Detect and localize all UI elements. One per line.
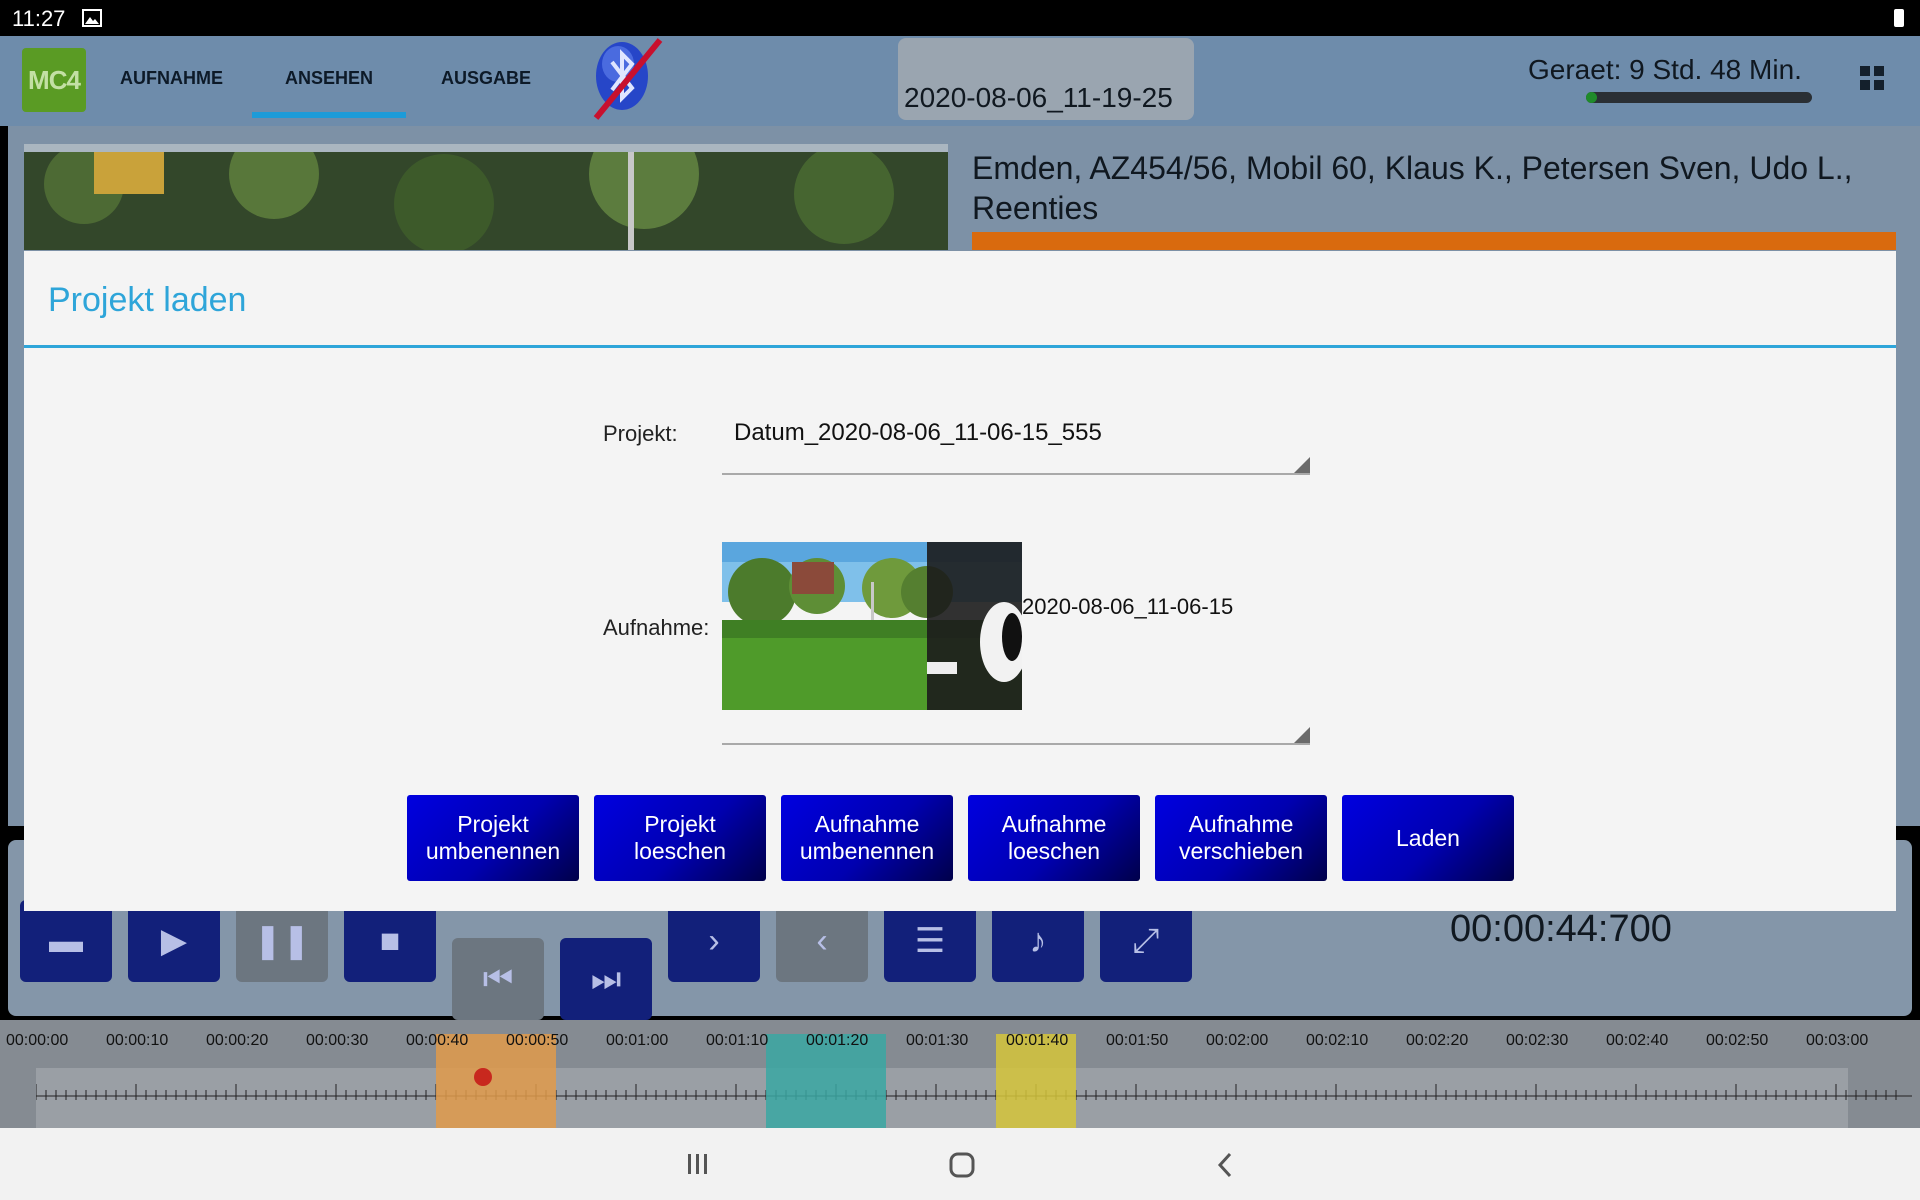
status-bar: 11:27 <box>0 0 1920 36</box>
recording-thumbnail <box>722 542 1022 710</box>
timeline-time-label: 00:00:30 <box>306 1032 369 1049</box>
skip-forward-icon: ⏭ <box>590 960 622 998</box>
timeline-time-label: 00:01:30 <box>906 1032 969 1049</box>
tab-ansehen[interactable]: ANSEHEN <box>285 68 373 89</box>
image-icon <box>82 9 102 27</box>
pause-button[interactable]: ❚❚ <box>236 900 328 982</box>
app-bar: MC4 AUFNAHME ANSEHEN AUSGABE 2020-08-06_… <box>0 36 1920 126</box>
list-button[interactable]: ☰ <box>884 900 976 982</box>
load-project-dialog: Projekt laden Projekt: Datum_2020-08-06_… <box>24 251 1896 911</box>
volume-icon: ♪ <box>1029 922 1047 960</box>
recent-apps-icon[interactable] <box>686 1154 710 1174</box>
app-root: 11:27 MC4 AUFNAHME ANSEHEN AUSGABE 2020-… <box>0 0 1920 1200</box>
play-button[interactable]: ▶ <box>128 900 220 982</box>
app-logo: MC4 <box>22 48 86 112</box>
timeline-time-label: 00:02:30 <box>1506 1032 1569 1049</box>
stop-button[interactable]: ■ <box>344 900 436 982</box>
navigation-bar <box>0 1128 1920 1200</box>
timeline[interactable]: 00:00:00 00:00:10 00:00:20 00:00:30 00:00:40… <box>0 1020 1920 1128</box>
rename-project-button[interactable]: Projekt umbenennen <box>407 795 579 881</box>
rename-recording-button[interactable]: Aufnahme umbenennen <box>781 795 953 881</box>
playhead-marker[interactable] <box>474 1068 492 1086</box>
delete-recording-button[interactable]: Aufnahme loeschen <box>968 795 1140 881</box>
project-label: Projekt: <box>603 421 678 446</box>
timeline-time-label: 00:01:40 <box>1006 1032 1069 1049</box>
tab-aufnahme[interactable]: AUFNAHME <box>120 68 223 89</box>
recording-selected-value: 2020-08-06_11-06-15 <box>1022 594 1234 619</box>
play-icon: ▶ <box>160 922 188 960</box>
chevron-right-icon: › <box>708 922 720 960</box>
status-time: 11:27 <box>12 6 66 31</box>
delete-project-button[interactable]: Projekt loeschen <box>594 795 766 881</box>
timeline-time-label: 00:02:10 <box>1306 1032 1369 1049</box>
timeline-time-label: 00:01:50 <box>1106 1032 1169 1049</box>
bluetooth-disabled-icon[interactable] <box>590 36 664 122</box>
skip-back-icon: ⏮ <box>482 960 514 998</box>
chevron-left-icon: ‹ <box>816 922 828 960</box>
timeline-time-label: 00:02:40 <box>1606 1032 1669 1049</box>
previous-button[interactable]: ‹ <box>776 900 868 982</box>
timeline-time-label: 00:00:40 <box>406 1032 469 1049</box>
dialog-title-divider <box>24 345 1896 348</box>
tab-ausgabe[interactable]: AUSGABE <box>441 68 531 89</box>
device-progress-fill <box>1586 92 1598 103</box>
recording-label: Aufnahme: <box>603 615 710 640</box>
spinner-caret-icon <box>1294 457 1310 473</box>
device-status-label: Geraet: 9 Std. 48 Min. <box>1528 54 1802 85</box>
timeline-time-label: 00:02:50 <box>1706 1032 1769 1049</box>
move-recording-button[interactable]: Aufnahme verschieben <box>1155 795 1327 881</box>
battery-icon <box>1894 9 1904 27</box>
video-preview[interactable] <box>24 144 948 250</box>
timeline-time-label: 00:01:20 <box>806 1032 869 1049</box>
project-spinner[interactable] <box>722 361 1310 475</box>
current-time-display: 00:00:44:700 <box>1450 908 1672 950</box>
back-icon[interactable] <box>1216 1152 1234 1178</box>
timeline-time-label: 00:01:10 <box>706 1032 769 1049</box>
timeline-time-label: 00:02:20 <box>1406 1032 1469 1049</box>
project-selected-value: Datum_2020-08-06_11-06-15_555 <box>734 419 1102 446</box>
timeline-time-label: 00:01:00 <box>606 1032 669 1049</box>
spinner-caret-icon <box>1294 727 1310 743</box>
skip-back-button[interactable]: ⏮ <box>452 938 544 1020</box>
load-button[interactable]: Laden <box>1342 795 1514 881</box>
pause-icon: ❚❚ <box>253 922 311 960</box>
list-icon: ☰ <box>914 922 946 960</box>
timeline-time-label: 00:00:20 <box>206 1032 269 1049</box>
timeline-time-label: 00:02:00 <box>1206 1032 1269 1049</box>
volume-button[interactable]: ♪ <box>992 900 1084 982</box>
skip-forward-button[interactable]: ⏭ <box>560 938 652 1020</box>
folder-icon: ▬ <box>49 922 83 960</box>
active-tab-indicator <box>252 112 406 118</box>
device-progress-bar <box>1586 92 1812 103</box>
current-file-name: 2020-08-06_11-19-25 <box>904 82 1173 113</box>
dialog-title: Projekt laden <box>48 281 247 319</box>
timeline-time-label: 00:03:00 <box>1806 1032 1869 1049</box>
marker-strip <box>972 232 1896 250</box>
open-folder-button[interactable]: ▬ <box>20 900 112 982</box>
recording-info-text: Emden, AZ454/56, Mobil 60, Klaus K., Pet… <box>972 150 1853 226</box>
timeline-time-label: 00:00:10 <box>106 1032 169 1049</box>
timeline-time-label: 00:00:00 <box>6 1032 69 1049</box>
next-button[interactable]: › <box>668 900 760 982</box>
home-icon[interactable] <box>949 1152 975 1178</box>
stop-icon: ■ <box>379 922 401 960</box>
timeline-time-label: 00:00:50 <box>506 1032 569 1049</box>
fullscreen-button[interactable]: ⤢ <box>1100 900 1192 982</box>
timeline-ticks <box>36 1084 1912 1100</box>
grid-menu-icon[interactable] <box>1858 64 1886 92</box>
fullscreen-icon: ⤢ <box>1132 922 1160 960</box>
